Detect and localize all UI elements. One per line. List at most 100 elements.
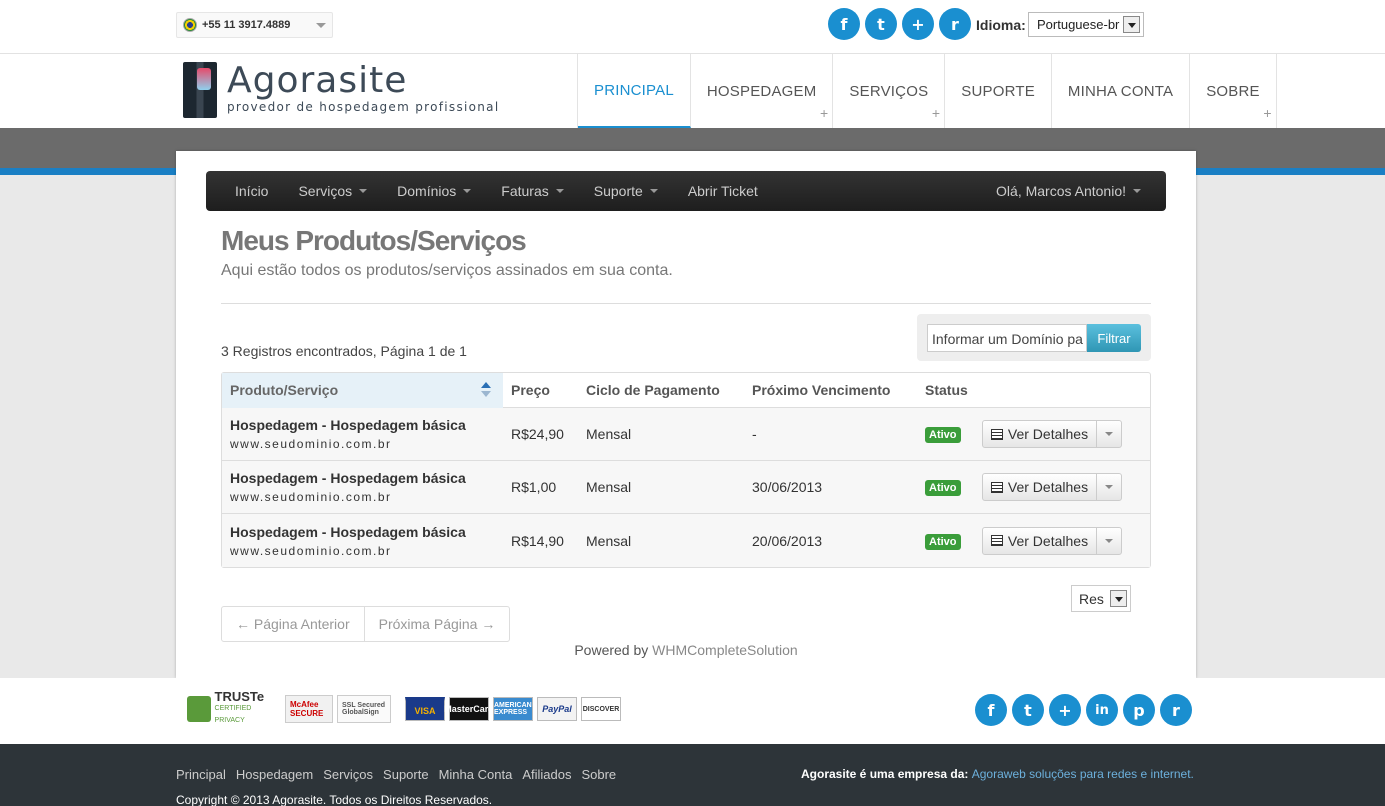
caret-down-icon	[649, 189, 658, 193]
table-row: Hospedagem - Hospedagem básica www.seudo…	[222, 514, 1150, 567]
details-button-group: Ver Detalhes	[982, 526, 1122, 555]
googleplus-icon[interactable]: +	[1049, 694, 1081, 726]
facebook-icon[interactable]: f	[828, 8, 860, 40]
mcafee-seal[interactable]: McAfee SECURE	[285, 695, 333, 723]
subnav-abrir-ticket[interactable]: Abrir Ticket	[673, 183, 773, 199]
footer-link-afiliados[interactable]: Afiliados	[522, 767, 571, 782]
dropdown-arrow-icon	[1123, 16, 1140, 33]
status-badge: Ativo	[925, 427, 961, 443]
security-seals: TRUSTe CERTIFIED PRIVACY McAfee SECURE S…	[183, 690, 621, 724]
language-label: Idioma:	[976, 17, 1026, 33]
subnav-dominios[interactable]: Domínios	[382, 183, 486, 199]
phone-select[interactable]: +55 11 3917.4889	[176, 12, 333, 38]
next-due-date: 30/06/2013	[752, 479, 823, 495]
subnav-inicio[interactable]: Início	[220, 183, 283, 199]
footer-link-sobre[interactable]: Sobre	[581, 767, 616, 782]
googleplus-icon[interactable]: +	[902, 8, 934, 40]
twitter-icon[interactable]: t	[865, 8, 897, 40]
nav-hospedagem[interactable]: HOSPEDAGEM +	[691, 54, 834, 128]
results-per-page-select[interactable]: Res	[1071, 585, 1131, 612]
nav-servicos[interactable]: SERVIÇOS +	[833, 54, 946, 128]
filter-box: Informar um Domínio pa Filtrar	[917, 314, 1151, 361]
view-details-button[interactable]: Ver Detalhes	[983, 421, 1097, 447]
next-page-button[interactable]: Próxima Página →	[363, 607, 510, 641]
logo[interactable]: Agorasite provedor de hospedagem profiss…	[183, 62, 499, 118]
footer-link-minha-conta[interactable]: Minha Conta	[439, 767, 513, 782]
product-domain: www.seudominio.com.br	[230, 437, 392, 451]
col-header-due[interactable]: Próximo Vencimento	[744, 382, 917, 398]
nav-principal[interactable]: PRINCIPAL	[578, 54, 691, 128]
dropdown-arrow-icon	[1110, 590, 1127, 607]
product-name: Hospedagem - Hospedagem básica	[230, 470, 466, 486]
product-name: Hospedagem - Hospedagem básica	[230, 417, 466, 433]
col-header-status[interactable]: Status	[917, 382, 982, 398]
nav-sobre[interactable]: SOBRE +	[1190, 54, 1277, 128]
site-header: Agorasite provedor de hospedagem profiss…	[0, 54, 1385, 128]
caret-down-icon	[359, 189, 368, 193]
footer-link-servicos[interactable]: Serviços	[323, 767, 373, 782]
view-details-button[interactable]: Ver Detalhes	[983, 527, 1097, 554]
whmcs-link[interactable]: WHMCompleteSolution	[652, 642, 798, 658]
details-dropdown-toggle[interactable]	[1097, 421, 1121, 447]
subnav-servicos[interactable]: Serviços	[283, 183, 382, 199]
price: R$1,00	[511, 479, 557, 495]
company-info: Agorasite é uma empresa da: Agoraweb sol…	[801, 767, 1194, 781]
page-subtitle: Aqui estão todos os produtos/serviços as…	[221, 262, 673, 279]
caret-down-icon	[1105, 485, 1113, 489]
caret-down-icon	[1105, 538, 1113, 543]
truste-seal[interactable]: TRUSTe CERTIFIED PRIVACY	[183, 690, 281, 724]
social-links-footer: f t + in p r	[975, 694, 1192, 726]
client-area-nav: Início Serviços Domínios Faturas Suporte…	[206, 171, 1166, 211]
twitter-icon[interactable]: t	[1012, 694, 1044, 726]
billing-cycle: Mensal	[586, 479, 632, 495]
col-header-price[interactable]: Preço	[503, 382, 578, 398]
footer: Principal Hospedagem Serviços Suporte Mi…	[0, 744, 1385, 806]
col-header-product[interactable]: Produto/Serviço	[222, 372, 503, 408]
plus-icon: +	[820, 105, 829, 121]
user-menu[interactable]: Olá, Marcos Antonio!	[981, 183, 1156, 199]
subnav-suporte[interactable]: Suporte	[579, 183, 673, 199]
details-button-group: Ver Detalhes	[982, 420, 1122, 448]
footer-link-suporte[interactable]: Suporte	[383, 767, 429, 782]
footer-link-principal[interactable]: Principal	[176, 767, 226, 782]
caret-down-icon	[555, 189, 564, 193]
footer-badges: TRUSTe CERTIFIED PRIVACY McAfee SECURE S…	[0, 678, 1385, 744]
footer-link-hospedagem[interactable]: Hospedagem	[236, 767, 313, 782]
filter-button[interactable]: Filtrar	[1087, 324, 1141, 352]
product-domain: www.seudominio.com.br	[230, 490, 392, 504]
globalsign-seal[interactable]: SSL Secured GlobalSign	[337, 695, 391, 723]
next-due-date: 20/06/2013	[752, 532, 823, 549]
col-header-cycle[interactable]: Ciclo de Pagamento	[578, 382, 744, 398]
products-table: Produto/Serviço Preço Ciclo de Pagamento…	[221, 372, 1151, 568]
facebook-icon[interactable]: f	[975, 694, 1007, 726]
rss-icon[interactable]: r	[1160, 694, 1192, 726]
pinterest-icon[interactable]: p	[1123, 694, 1155, 726]
brazil-flag-icon	[183, 18, 197, 32]
caret-down-icon	[463, 189, 472, 193]
truste-logo-icon	[187, 696, 211, 722]
results-per-page-value: Res	[1079, 591, 1104, 607]
divider	[221, 303, 1151, 304]
visa-icon: VISA	[405, 697, 445, 721]
paypal-icon: PayPal	[537, 697, 577, 721]
next-due-date: -	[752, 426, 757, 442]
content-card: Início Serviços Domínios Faturas Suporte…	[176, 151, 1196, 678]
details-dropdown-toggle[interactable]	[1097, 474, 1121, 500]
nav-suporte[interactable]: SUPORTE	[945, 54, 1052, 128]
subnav-faturas[interactable]: Faturas	[486, 183, 578, 199]
amex-icon: AMERICAN EXPRESS	[493, 697, 533, 721]
details-dropdown-toggle[interactable]	[1097, 528, 1121, 554]
agoraweb-link[interactable]: Agoraweb soluções para redes e internet.	[972, 767, 1194, 781]
nav-minha-conta[interactable]: MINHA CONTA	[1052, 54, 1191, 128]
records-count: 3 Registros encontrados, Página 1 de 1	[221, 343, 467, 359]
domain-filter-input[interactable]: Informar um Domínio pa	[927, 324, 1087, 352]
view-details-button[interactable]: Ver Detalhes	[983, 474, 1097, 500]
linkedin-icon[interactable]: in	[1086, 694, 1118, 726]
plus-icon: +	[1263, 105, 1272, 121]
top-bar: +55 11 3917.4889 f t + r Idioma: Portugu…	[0, 0, 1385, 54]
rss-icon[interactable]: r	[939, 8, 971, 40]
main-nav: PRINCIPAL HOSPEDAGEM + SERVIÇOS + SUPORTE …	[577, 54, 1277, 128]
language-select[interactable]: Portuguese-br	[1028, 12, 1144, 37]
plus-icon: +	[931, 105, 941, 121]
prev-page-button[interactable]: ← Página Anterior	[222, 607, 364, 641]
